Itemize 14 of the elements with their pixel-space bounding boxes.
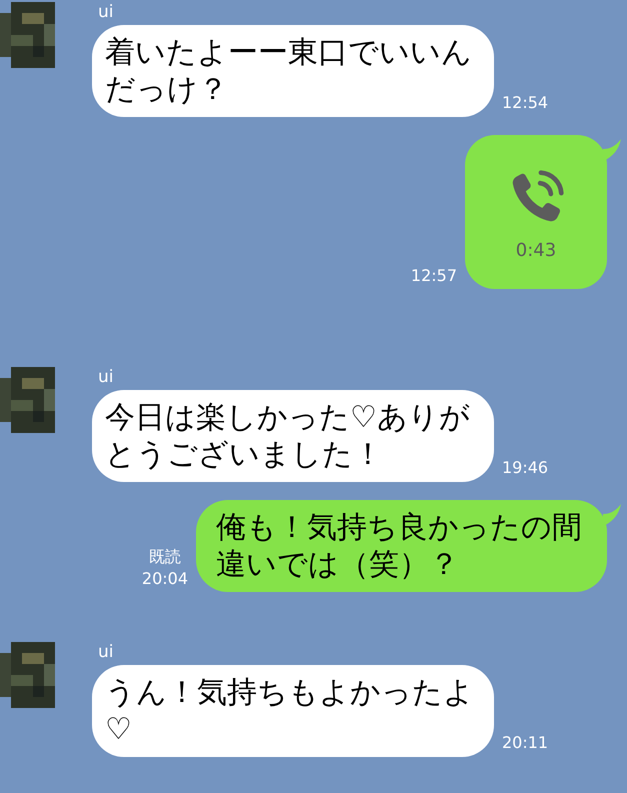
message-bubble: 今日は楽しかった♡ありがとうございました！ [92,390,494,482]
message-time: 20:11 [502,732,548,754]
message-time: 12:54 [502,92,548,114]
call-duration: 0:43 [516,238,556,262]
message-bubble: うん！気持ちもよかったよ♡ [92,665,494,757]
sender-name: ui [98,2,114,22]
message-bubble: 着いたよーー東口でいいんだっけ？ [92,25,494,117]
message-time: 12:57 [410,265,457,287]
sender-name: ui [98,642,114,662]
message-time: 20:04 [142,568,188,590]
read-receipt: 既読 [148,546,181,568]
message-time: 19:46 [502,457,548,479]
sender-name: ui [98,367,114,387]
bubble-tail [603,504,621,526]
